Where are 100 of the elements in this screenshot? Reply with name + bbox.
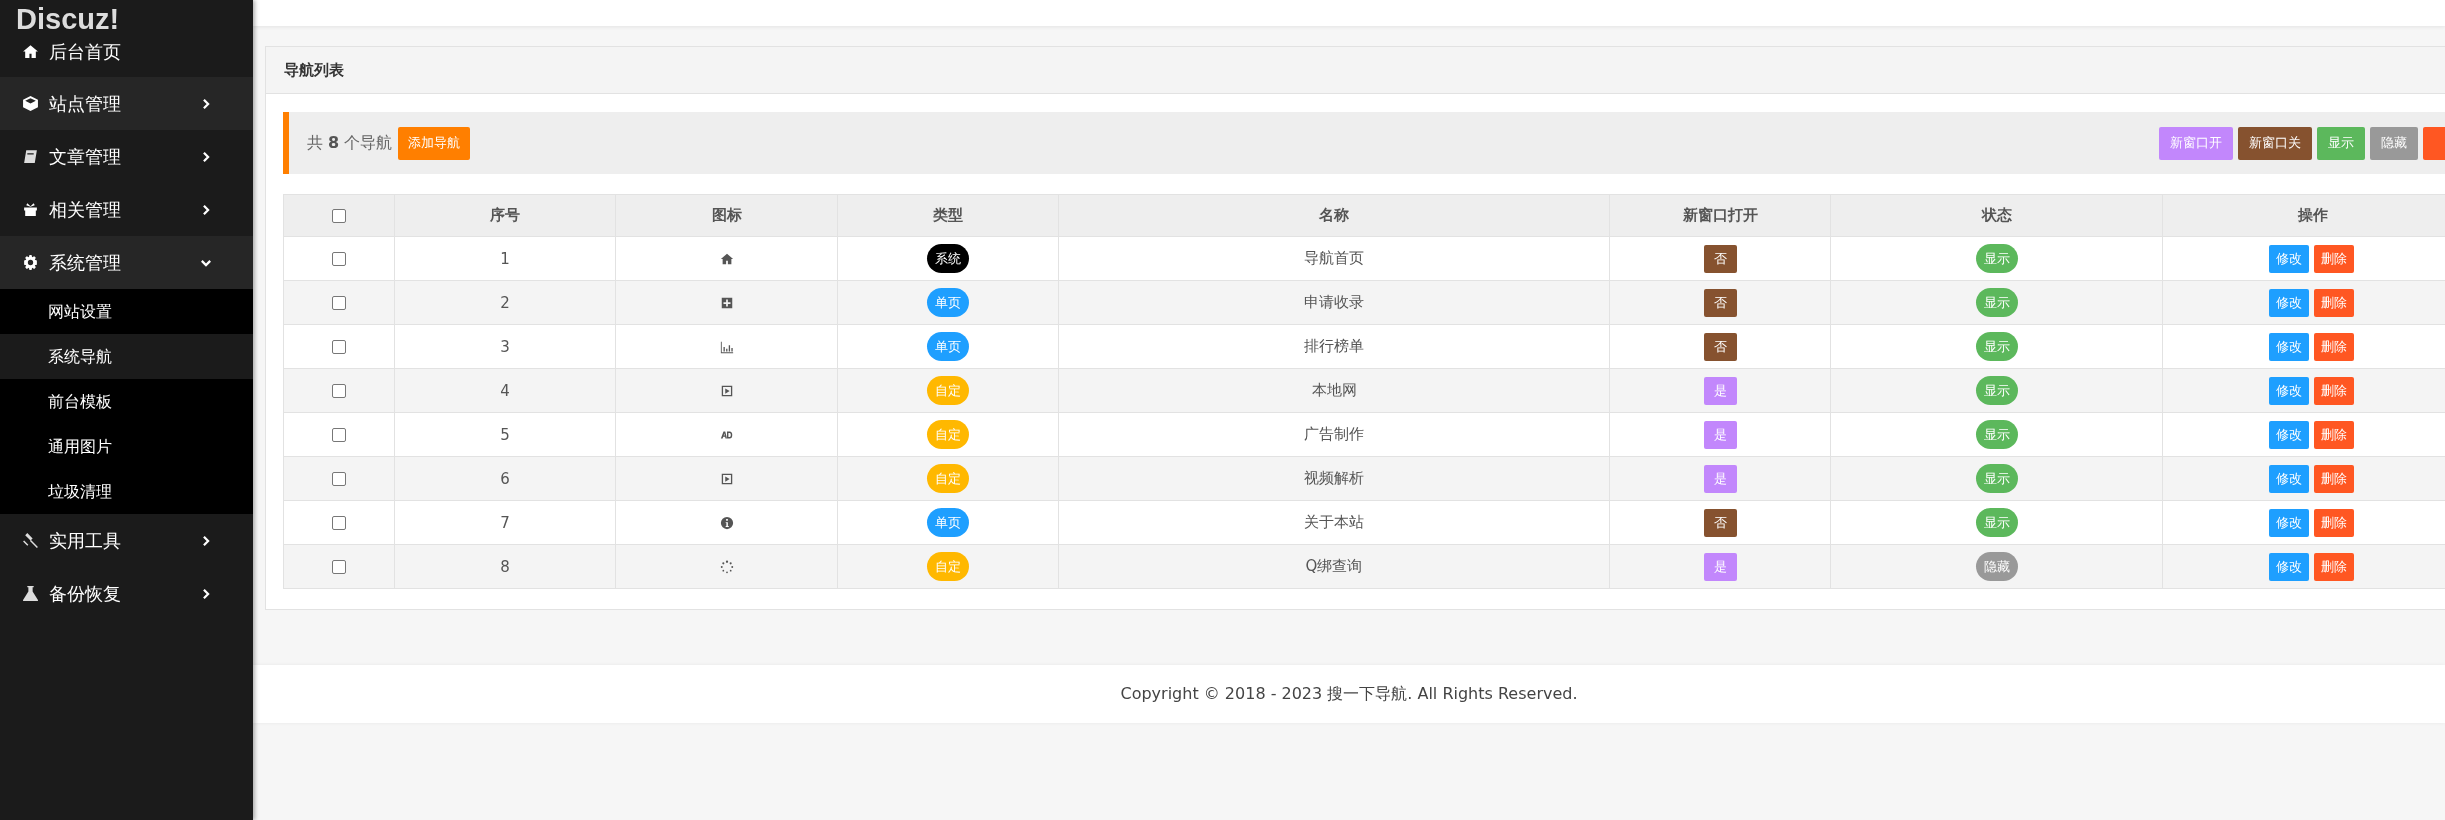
toolbar-button[interactable]: 显示 (2317, 126, 2365, 160)
table-cell: 5 (394, 412, 616, 457)
gift-icon (22, 201, 39, 218)
delete-button[interactable]: 删除 (2314, 332, 2354, 361)
menu-item[interactable]: 相关管理 (0, 183, 253, 236)
add-button[interactable]: 添加导航 (398, 126, 471, 160)
delete-button[interactable]: 删除 (2314, 508, 2354, 537)
submenu-item[interactable]: 网站设置 (0, 289, 253, 334)
gear-icon (22, 254, 39, 271)
toolbar-button[interactable]: 新窗口关 (2238, 126, 2312, 160)
table-cell: 4 (394, 368, 616, 413)
row-checkbox[interactable] (332, 472, 346, 486)
delete-button[interactable]: 删除 (2314, 376, 2354, 405)
column-header: 图标 (615, 194, 838, 237)
status-toggle[interactable]: 隐藏 (1975, 552, 2018, 581)
table-cell: 2 (394, 280, 616, 325)
delete-button[interactable]: 删除 (2314, 464, 2354, 493)
status-toggle[interactable]: 显示 (1975, 244, 2018, 273)
table-cell: 6 (394, 456, 616, 501)
new-window-toggle[interactable]: 是 (1703, 376, 1737, 405)
select-all-checkbox[interactable] (332, 209, 346, 223)
status-toggle[interactable]: 显示 (1975, 288, 2018, 317)
table-cell: 广告制作 (1058, 412, 1610, 457)
table-cell: 关于本站 (1058, 500, 1610, 545)
flask-icon (22, 585, 39, 602)
edit-button[interactable]: 修改 (2269, 376, 2309, 405)
edit-button[interactable]: 修改 (2269, 288, 2309, 317)
toolbar-button[interactable]: 新窗口开 (2159, 126, 2233, 160)
edit-button[interactable]: 修改 (2269, 420, 2309, 449)
status-toggle[interactable]: 显示 (1975, 464, 2018, 493)
book-icon (22, 148, 39, 165)
submenu-item[interactable]: 系统导航 (0, 334, 253, 379)
cube-icon (22, 95, 39, 112)
new-window-toggle[interactable]: 是 (1703, 464, 1737, 493)
edit-button[interactable]: 修改 (2269, 332, 2309, 361)
play-icon (719, 384, 734, 398)
menu-item[interactable]: 备份恢复 (0, 567, 253, 620)
play-icon (719, 472, 734, 486)
submenu-item[interactable]: 前台模板 (0, 379, 253, 424)
panel-title: 导航列表 (284, 60, 344, 80)
menu-item[interactable]: 文章管理 (0, 130, 253, 183)
home-icon (22, 43, 39, 60)
row-checkbox[interactable] (332, 340, 346, 354)
new-window-toggle[interactable]: 否 (1703, 332, 1737, 361)
delete-button[interactable]: 删除 (2314, 420, 2354, 449)
toolbar-button[interactable]: 隐藏 (2370, 126, 2418, 160)
hammer-icon (22, 532, 39, 549)
new-window-toggle[interactable]: 否 (1703, 288, 1737, 317)
type-badge: 单页 (927, 332, 969, 361)
new-window-toggle[interactable]: 是 (1703, 552, 1737, 581)
menu-item[interactable]: 实用工具 (0, 514, 253, 567)
new-window-toggle[interactable]: 否 (1703, 508, 1737, 537)
type-badge: 单页 (927, 288, 969, 317)
table-cell: 本地网 (1058, 368, 1610, 413)
type-badge: 自定 (927, 376, 969, 405)
column-header: 序号 (394, 194, 616, 237)
type-badge: 系统 (927, 244, 969, 273)
table-cell: 3 (394, 324, 616, 369)
submenu-item[interactable]: 垃圾清理 (0, 469, 253, 514)
table-cell: 视频解析 (1058, 456, 1610, 501)
status-toggle[interactable]: 显示 (1975, 420, 2018, 449)
table-cell: 7 (394, 500, 616, 545)
row-checkbox[interactable] (332, 428, 346, 442)
new-window-toggle[interactable]: 是 (1703, 420, 1737, 449)
delete-button[interactable]: 删除 (2314, 288, 2354, 317)
edit-button[interactable]: 修改 (2269, 244, 2309, 273)
copyright-text: Copyright © 2018 - 2023 搜一下导航. All Rights Reserved. (1120, 683, 1578, 705)
column-header: 新窗口打开 (1609, 194, 1831, 237)
submenu-item[interactable]: 通用图片 (0, 424, 253, 469)
row-checkbox[interactable] (332, 384, 346, 398)
new-window-toggle[interactable]: 否 (1703, 244, 1737, 273)
row-checkbox[interactable] (332, 252, 346, 266)
menu-item[interactable]: 系统管理 (0, 236, 253, 289)
type-badge: 自定 (927, 464, 969, 493)
edit-button[interactable]: 修改 (2269, 508, 2309, 537)
table-cell: 排行榜单 (1058, 324, 1610, 369)
edit-button[interactable]: 修改 (2269, 552, 2309, 581)
delete-button[interactable]: 删除 (2314, 244, 2354, 273)
status-toggle[interactable]: 显示 (1975, 376, 2018, 405)
edit-button[interactable]: 修改 (2269, 464, 2309, 493)
row-checkbox[interactable] (332, 560, 346, 574)
table-cell: Q绑查询 (1058, 544, 1610, 589)
type-badge: 单页 (927, 508, 969, 537)
spinner-icon (719, 560, 734, 574)
logo[interactable]: Discuz! (16, 6, 120, 32)
bar-chart-icon (719, 340, 734, 354)
status-toggle[interactable]: 显示 (1975, 332, 2018, 361)
info-icon (719, 516, 734, 530)
count-text: 共 8 个导航 (307, 132, 393, 154)
status-toggle[interactable]: 显示 (1975, 508, 2018, 537)
table-cell: 1 (394, 236, 616, 281)
column-header: 状态 (1830, 194, 2163, 237)
column-header: 操作 (2162, 194, 2445, 237)
column-header: 类型 (837, 194, 1059, 237)
table-cell: 申请收录 (1058, 280, 1610, 325)
type-badge: 自定 (927, 420, 969, 449)
menu-item[interactable]: 站点管理 (0, 77, 253, 130)
row-checkbox[interactable] (332, 296, 346, 310)
delete-button[interactable]: 删除 (2314, 552, 2354, 581)
row-checkbox[interactable] (332, 516, 346, 530)
